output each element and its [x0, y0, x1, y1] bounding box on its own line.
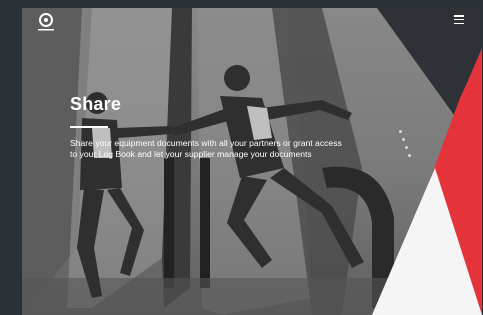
menu-bar — [454, 22, 464, 25]
brand-logo-icon[interactable] — [34, 12, 58, 34]
headline-underline — [70, 126, 108, 128]
hero-headline: Share — [70, 94, 122, 114]
menu-bar — [454, 18, 464, 21]
hamburger-menu-icon[interactable] — [454, 15, 464, 25]
carousel-dot-3[interactable] — [405, 146, 408, 149]
hero-background-photo — [22, 8, 482, 315]
hero-section: Share Share your equipment documents wit… — [22, 8, 482, 315]
carousel-dot-1[interactable] — [399, 130, 402, 133]
carousel-dot-2[interactable] — [402, 138, 405, 141]
carousel-dot-4[interactable] — [408, 154, 411, 157]
menu-bar — [454, 15, 464, 17]
hero-description: Share your equipment documents with all … — [70, 138, 342, 159]
